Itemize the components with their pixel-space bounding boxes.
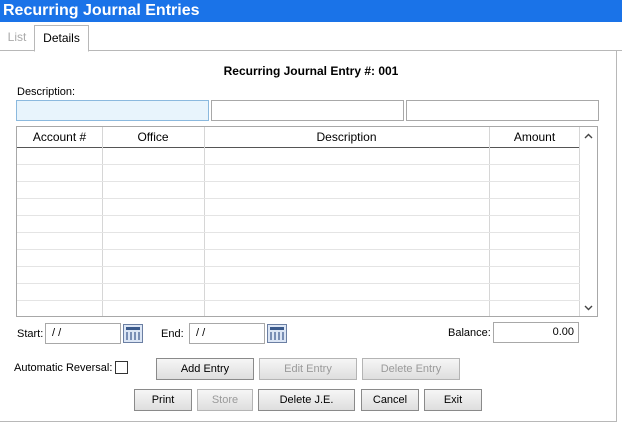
column-header-description[interactable]: Description xyxy=(204,127,489,147)
description-label: Description: xyxy=(17,86,76,98)
table-row[interactable] xyxy=(17,164,580,165)
start-date-field[interactable]: / / xyxy=(45,323,121,344)
table-row[interactable] xyxy=(17,232,580,233)
column-divider xyxy=(489,127,490,316)
table-row[interactable] xyxy=(17,266,580,267)
delete-entry-button[interactable]: Delete Entry xyxy=(362,358,460,380)
grid-scrollbar[interactable] xyxy=(580,127,597,316)
automatic-reversal-label: Automatic Reversal: xyxy=(14,362,113,374)
description-field-2[interactable] xyxy=(211,100,404,121)
balance-label: Balance: xyxy=(448,327,491,339)
column-header-account[interactable]: Account # xyxy=(17,127,102,147)
column-divider xyxy=(102,127,103,316)
calendar-icon[interactable] xyxy=(267,324,287,343)
balance-field: 0.00 xyxy=(493,322,579,343)
tab-list[interactable]: List xyxy=(0,25,34,51)
table-row[interactable] xyxy=(17,283,580,284)
print-button[interactable]: Print xyxy=(134,389,192,411)
delete-je-button[interactable]: Delete J.E. xyxy=(258,389,355,411)
description-field-1[interactable] xyxy=(16,100,209,121)
entries-grid[interactable]: Account # Office Description Amount xyxy=(16,126,598,317)
column-header-amount[interactable]: Amount xyxy=(489,127,580,147)
tab-strip: List Details xyxy=(0,22,622,52)
description-field-3[interactable] xyxy=(406,100,599,121)
table-row[interactable] xyxy=(17,198,580,199)
table-row[interactable] xyxy=(17,181,580,182)
window-title: Recurring Journal Entries xyxy=(0,0,622,22)
start-date-label: Start: xyxy=(17,328,44,340)
edit-entry-button[interactable]: Edit Entry xyxy=(259,358,357,380)
end-date-label: End: xyxy=(161,328,184,340)
store-button[interactable]: Store xyxy=(197,389,253,411)
exit-button[interactable]: Exit xyxy=(424,389,482,411)
table-row[interactable] xyxy=(17,300,580,301)
table-row[interactable] xyxy=(17,215,580,216)
calendar-icon[interactable] xyxy=(123,324,143,343)
automatic-reversal-checkbox[interactable] xyxy=(115,361,128,374)
page-title: Recurring Journal Entry #: 001 xyxy=(223,64,399,78)
add-entry-button[interactable]: Add Entry xyxy=(156,358,254,380)
tab-details[interactable]: Details xyxy=(34,25,89,52)
column-header-office[interactable]: Office xyxy=(102,127,204,147)
cancel-button[interactable]: Cancel xyxy=(361,389,419,411)
chevron-up-icon[interactable] xyxy=(580,127,597,144)
table-row[interactable] xyxy=(17,249,580,250)
end-date-field[interactable]: / / xyxy=(189,323,265,344)
chevron-down-icon[interactable] xyxy=(580,299,597,316)
column-divider xyxy=(204,127,205,316)
